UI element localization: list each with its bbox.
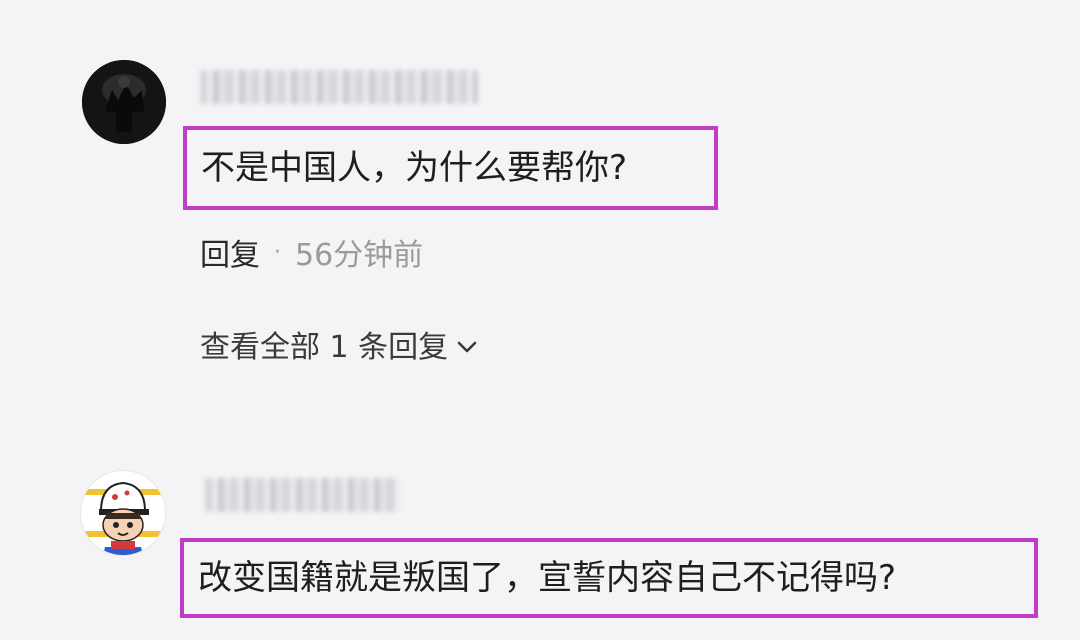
username-blurred <box>205 478 400 512</box>
username-blurred <box>200 70 478 104</box>
comment-text: 不是中国人，为什么要帮你? <box>183 126 718 210</box>
meta-separator: · <box>274 239 281 265</box>
comment-meta: 回复 · 56分钟前 <box>200 230 424 274</box>
user-avatar[interactable] <box>82 60 166 144</box>
cartoon-boy-cap-avatar-icon <box>81 471 165 555</box>
view-replies-label: 查看全部 1 条回复 <box>200 330 449 365</box>
dark-silhouette-avatar-icon <box>82 60 166 144</box>
comment-timestamp: 56分钟前 <box>295 238 424 273</box>
reply-button[interactable]: 回复 <box>200 230 260 274</box>
chevron-down-icon <box>456 327 478 362</box>
comment-item: 不是中国人，为什么要帮你? 回复 · 56分钟前 查看全部 1 条回复 <box>0 0 1080 400</box>
comment-item: 改变国籍就是叛国了，宣誓内容自己不记得吗? <box>0 400 1080 640</box>
comment-text: 改变国籍就是叛国了，宣誓内容自己不记得吗? <box>180 538 1038 618</box>
view-all-replies-button[interactable]: 查看全部 1 条回复 <box>200 322 478 366</box>
user-avatar[interactable] <box>80 470 166 556</box>
